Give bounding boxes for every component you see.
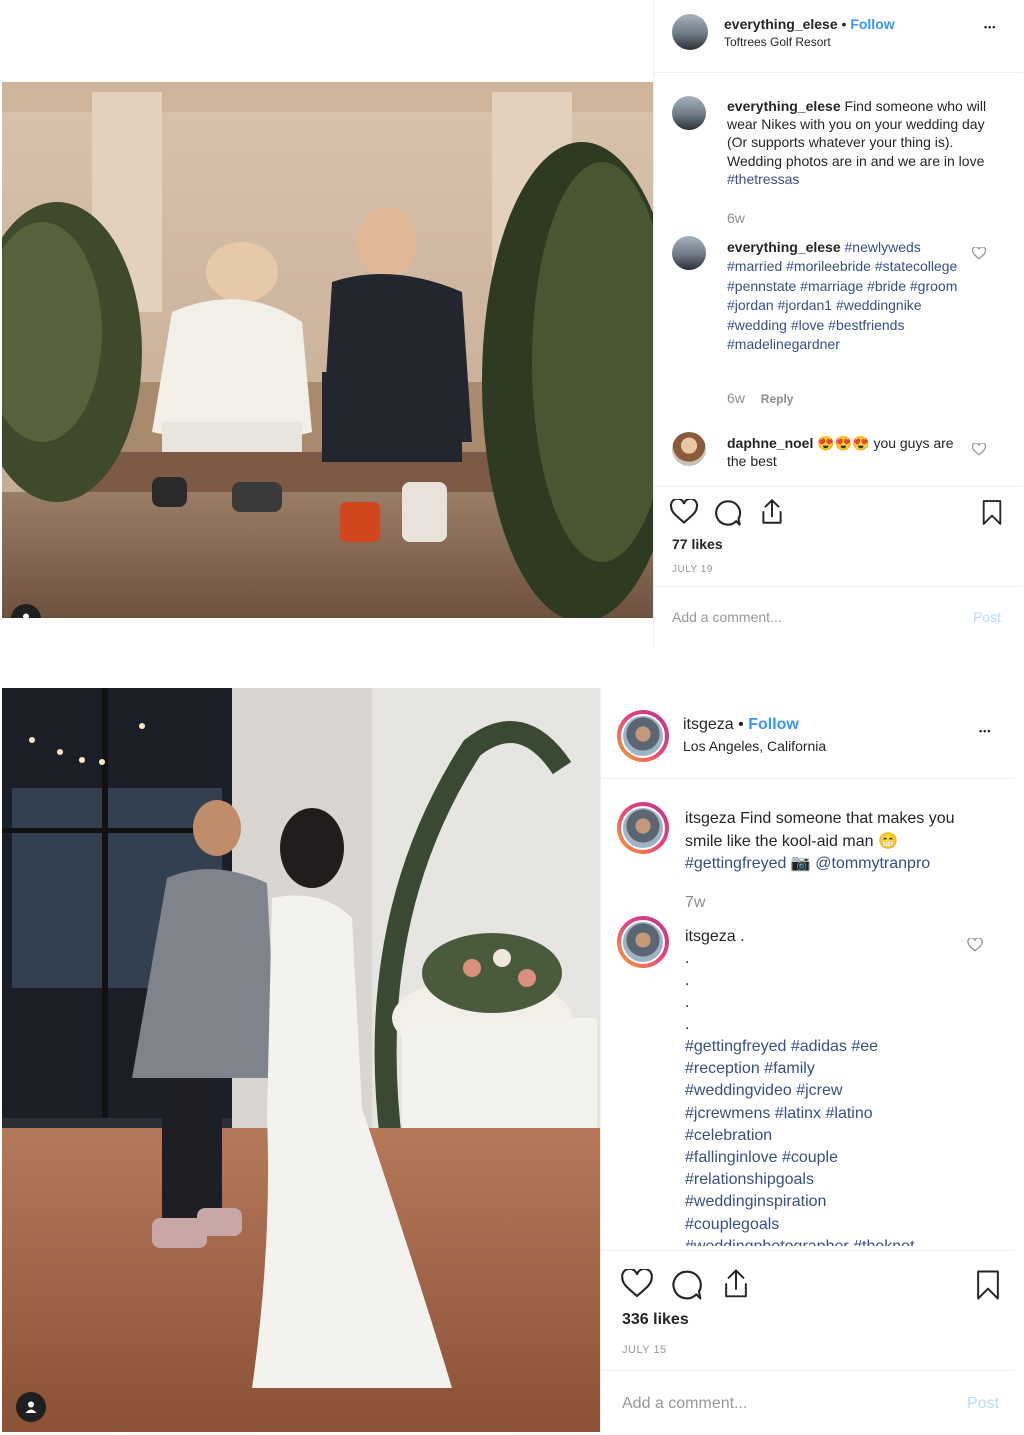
hashtag-link[interactable]: #thetressas [727,171,799,187]
hashtag-line[interactable]: #jcrewmens #latinx #latino [685,1103,975,1125]
share-icon[interactable] [759,498,785,526]
bookmark-icon[interactable] [981,499,1003,526]
comment-username[interactable]: everything_elese [727,239,841,255]
avatar[interactable] [672,236,706,270]
post-1-username[interactable]: everything_elese [724,16,838,32]
comment-icon[interactable] [714,499,742,527]
post-2-add-comment: Add a comment... Post [601,1370,1015,1435]
dot-line: . [685,994,690,1011]
comment-2: daphne_noel 😍😍😍 you guys are the best [727,434,972,470]
like-comment-heart-icon[interactable] [972,443,986,456]
comment-username[interactable]: daphne_noel [727,435,813,451]
separator-dot: • [841,16,847,32]
share-icon[interactable] [721,1268,751,1300]
caption-time: 6w [727,210,745,226]
emoji: 😍😍😍 [817,435,870,451]
like-comment-heart-icon[interactable] [972,247,986,260]
avatar-story-ring[interactable] [617,916,669,968]
post-1-actions: 77 likes JULY 19 [654,486,1023,585]
hashtag-line[interactable]: #relationshipgoals [685,1169,975,1191]
post-button[interactable]: Post [973,609,1001,625]
post-2-photo[interactable] [2,688,600,1432]
post-2-caption: itsgeza Find someone that makes you smil… [685,808,995,876]
bookmark-icon[interactable] [975,1269,1001,1301]
post-2: itsgeza • Follow Los Angeles, California… [0,688,1024,1434]
caption-username[interactable]: everything_elese [727,98,841,114]
hashtag-line[interactable]: #fallinginlove #couple [685,1147,975,1169]
dot-line: . [685,950,690,967]
post-2-panel: itsgeza • Follow Los Angeles, California… [600,688,1015,1434]
post-1-panel: everything_elese • Follow Toftrees Golf … [653,0,1023,648]
heart-icon[interactable] [670,499,698,525]
post-1-photo[interactable] [2,82,653,618]
mention-link[interactable]: @tommytranpro [815,855,930,872]
hashtag-line[interactable]: #weddingvideo #jcrew [685,1080,975,1102]
post-button[interactable]: Post [967,1395,999,1413]
post-1-header: everything_elese • Follow Toftrees Golf … [654,0,1023,73]
user-silhouette-icon [25,1401,37,1413]
avatar[interactable] [672,432,706,466]
caption-username[interactable]: itsgeza [685,810,736,827]
comment-input[interactable]: Add a comment... [672,609,782,625]
avatar-story-ring[interactable] [617,710,669,762]
reply-button[interactable]: Reply [761,392,794,406]
avatar-story-ring[interactable] [617,802,669,854]
post-2-header: itsgeza • Follow Los Angeles, California… [601,688,1015,779]
hashtag-line[interactable]: #gettingfreyed #adidas #ee [685,1036,975,1058]
avatar[interactable] [672,14,708,50]
comment-1: itsgeza . . . . . #gettingfreyed #adidas… [685,926,975,1246]
comment-icon[interactable] [671,1269,703,1301]
post-1-location[interactable]: Toftrees Golf Resort [724,35,831,49]
dot-line: . [685,972,690,989]
separator-dot: • [738,716,744,733]
avatar [621,920,665,964]
like-comment-heart-icon[interactable] [967,938,983,952]
hashtag-line[interactable]: #weddinginspiration [685,1191,975,1213]
tagged-users-button[interactable] [16,1392,46,1422]
heart-icon[interactable] [621,1269,653,1299]
post-2-username[interactable]: itsgeza [683,716,734,733]
comment-username[interactable]: itsgeza [685,928,736,945]
avatar[interactable] [672,96,706,130]
comment-1: everything_elese #newlyweds #married #mo… [727,238,972,354]
hashtag-line[interactable]: #reception #family [685,1058,975,1080]
avatar [621,714,665,758]
camera-emoji: 📷 [790,855,811,872]
post-date: JULY 15 [622,1344,667,1356]
follow-button[interactable]: Follow [748,716,799,733]
more-options-icon[interactable]: ••• [979,726,991,736]
likes-count[interactable]: 77 likes [672,536,723,552]
comment-hashtags[interactable]: #newlyweds #married #morileebride #state… [727,239,957,352]
hashtag-line[interactable]: #weddingphotographer #theknot [685,1236,975,1246]
post-2-actions: 336 likes JULY 15 [601,1250,1015,1367]
post-1-caption: everything_elese Find someone who will w… [727,97,987,188]
hashtag-line[interactable]: #celebration [685,1125,975,1147]
hashtag-line[interactable]: #couplegoals [685,1214,975,1236]
comment-input[interactable]: Add a comment... [622,1395,747,1413]
user-silhouette-icon [23,613,29,618]
post-date: JULY 19 [672,564,713,575]
dot-line: . [685,1016,690,1033]
post-1-add-comment: Add a comment... Post [654,586,1023,649]
post-1: everything_elese • Follow Toftrees Golf … [0,0,1024,648]
likes-count[interactable]: 336 likes [622,1311,689,1329]
hashtag-link[interactable]: #gettingfreyed [685,855,786,872]
caption-time: 7w [685,894,706,911]
more-options-icon[interactable]: ••• [984,22,996,32]
comment-time: 6w [727,390,745,406]
avatar [621,806,665,850]
follow-button[interactable]: Follow [850,16,894,32]
post-2-location[interactable]: Los Angeles, California [683,738,826,754]
comment-text: . [740,928,745,945]
